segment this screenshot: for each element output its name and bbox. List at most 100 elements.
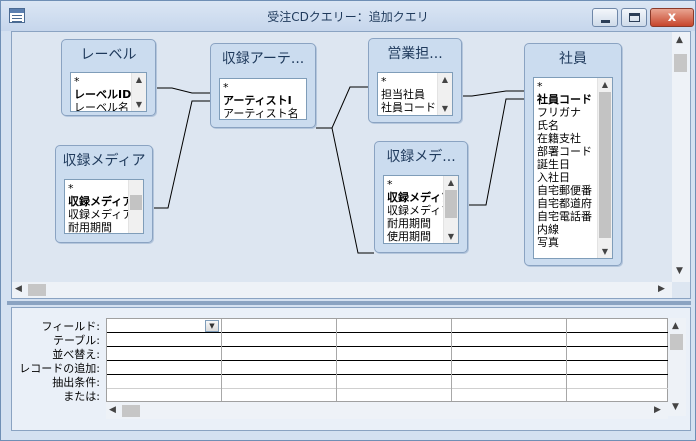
field-item[interactable]: レーベル名 xyxy=(74,101,129,111)
field-item[interactable]: 誕生日 xyxy=(537,158,570,171)
field-item[interactable]: * xyxy=(537,80,543,93)
grid-row-line xyxy=(107,374,668,375)
scroll-right-icon[interactable]: ▶ xyxy=(658,284,665,294)
field-dropdown-button[interactable]: ▼ xyxy=(205,320,219,332)
field-item[interactable]: 社員コード xyxy=(381,101,436,114)
scroll-right-icon[interactable]: ▶ xyxy=(654,405,661,415)
scroll-down-icon[interactable]: ▼ xyxy=(444,230,458,243)
field-scrollbar[interactable]: ▲ ▼ xyxy=(597,78,612,258)
grid-row-line xyxy=(107,360,668,361)
scroll-up-icon[interactable]: ▲ xyxy=(132,73,146,86)
field-item[interactable]: 収録メディア xyxy=(68,195,133,208)
pane-splitter[interactable] xyxy=(7,301,691,305)
scroll-thumb[interactable] xyxy=(28,284,46,296)
scroll-down-icon[interactable]: ▼ xyxy=(438,102,452,115)
field-item[interactable]: 氏名 xyxy=(537,119,559,132)
scroll-up-icon[interactable]: ▲ xyxy=(438,73,452,86)
field-item[interactable]: 自宅電話番 xyxy=(537,210,592,223)
close-icon: x xyxy=(667,10,677,25)
row-label-or: または: xyxy=(63,390,100,403)
row-label-table: テーブル: xyxy=(52,334,100,347)
table-artist[interactable]: 収録アーテ... * アーティストI アーティスト名 xyxy=(210,43,316,128)
field-item[interactable]: 内線 xyxy=(537,223,559,236)
field-scrollbar[interactable]: ▲ ▼ xyxy=(131,73,146,111)
minimize-button[interactable] xyxy=(592,8,618,27)
field-item[interactable]: 自宅都道府 xyxy=(537,197,592,210)
table-artist-title: 収録アーテ... xyxy=(221,51,305,67)
scroll-thumb[interactable] xyxy=(674,54,687,72)
scroll-thumb[interactable] xyxy=(599,92,611,238)
relation-artist-media2 xyxy=(316,127,374,254)
relation-artist-sales xyxy=(316,86,368,129)
scroll-left-icon[interactable]: ◀ xyxy=(109,405,116,415)
field-item[interactable]: 在籍支社 xyxy=(537,132,581,145)
grid-vertical-scrollbar[interactable]: ▲ ▼ xyxy=(668,318,686,416)
table-media1-fieldlist[interactable]: * 収録メディア 収録メディア 耐用期間 xyxy=(64,179,144,234)
grid-horizontal-scrollbar[interactable]: ◀ ▶ xyxy=(106,402,668,419)
scroll-down-icon[interactable]: ▼ xyxy=(132,98,146,111)
row-label-append-to: レコードの追加: xyxy=(19,362,100,375)
field-item[interactable]: 部署コード xyxy=(537,145,592,158)
field-item[interactable]: 入社日 xyxy=(537,171,570,184)
table-media1-title: 収録メディア xyxy=(62,153,146,169)
field-item[interactable]: 収録メディア xyxy=(68,208,133,221)
design-horizontal-scrollbar[interactable]: ◀ ▶ xyxy=(12,282,672,298)
scroll-up-icon[interactable]: ▲ xyxy=(598,78,612,91)
field-item[interactable]: 使用期間 xyxy=(387,230,431,243)
query-design-grid[interactable]: フィールド: テーブル: 並べ替え: レコードの追加: 抽出条件: または: ▼… xyxy=(11,307,691,431)
field-item[interactable]: * xyxy=(381,75,387,88)
scroll-thumb[interactable] xyxy=(130,195,142,210)
table-artist-fieldlist[interactable]: * アーティストI アーティスト名 xyxy=(219,78,307,120)
field-item[interactable]: アーティスト名 xyxy=(223,107,299,119)
field-item[interactable]: 耐用期間 xyxy=(387,217,431,230)
close-button[interactable]: x xyxy=(650,8,694,27)
relation-media2-employee xyxy=(468,98,524,206)
table-design-pane[interactable]: レーベル * レーベルID レーベル名 ▲ ▼ 収録メディア * 収録メディア … xyxy=(11,31,691,299)
field-item[interactable]: 耐用期間 xyxy=(68,221,112,233)
table-sales[interactable]: 営業担... * 担当社員 社員コード ▲ ▼ xyxy=(368,38,462,123)
table-media1[interactable]: 収録メディア * 収録メディア 収録メディア 耐用期間 xyxy=(55,145,153,243)
field-item[interactable]: アーティストI xyxy=(223,94,292,107)
scroll-left-icon[interactable]: ◀ xyxy=(15,284,22,294)
table-media2-fieldlist[interactable]: * 収録メディア 収録メディア 耐用期間 使用期間 ▲ ▼ xyxy=(383,175,459,244)
table-employee-title: 社員 xyxy=(559,51,587,67)
scroll-thumb[interactable] xyxy=(122,405,140,417)
field-scrollbar[interactable]: ▲ ▼ xyxy=(437,73,452,115)
scroll-thumb[interactable] xyxy=(445,190,457,218)
table-level-fieldlist[interactable]: * レーベルID レーベル名 ▲ ▼ xyxy=(70,72,147,112)
table-sales-fieldlist[interactable]: * 担当社員 社員コード ▲ ▼ xyxy=(377,72,453,116)
field-item[interactable]: フリガナ xyxy=(537,106,581,119)
table-media2-title: 収録メデ... xyxy=(386,149,456,165)
field-item[interactable]: 自宅郵便番 xyxy=(537,184,592,197)
scroll-down-icon[interactable]: ▼ xyxy=(598,245,612,258)
grid-column-line xyxy=(451,319,452,401)
scroll-thumb[interactable] xyxy=(670,334,683,350)
table-level[interactable]: レーベル * レーベルID レーベル名 ▲ ▼ xyxy=(61,39,156,116)
field-item[interactable]: 担当社員 xyxy=(381,88,425,101)
field-item[interactable]: レーベルID xyxy=(74,88,131,101)
maximize-button[interactable] xyxy=(621,8,647,27)
grid-cells[interactable]: ▼ xyxy=(106,318,668,402)
scroll-up-icon[interactable]: ▲ xyxy=(444,176,458,189)
grid-row-line xyxy=(107,388,668,389)
grid-column-line xyxy=(566,319,567,401)
scroll-down-icon[interactable]: ▼ xyxy=(676,266,683,276)
window-title: 受注CDクエリー：追加クエリ xyxy=(267,10,429,24)
table-employee[interactable]: 社員 * 社員コード フリガナ 氏名 在籍支社 部署コード 誕生日 入社日 自宅… xyxy=(524,43,622,266)
field-item[interactable]: * xyxy=(223,81,229,94)
table-employee-fieldlist[interactable]: * 社員コード フリガナ 氏名 在籍支社 部署コード 誕生日 入社日 自宅郵便番… xyxy=(533,77,613,259)
field-item[interactable]: * xyxy=(74,75,80,88)
field-scrollbar[interactable]: ▲ ▼ xyxy=(443,176,458,243)
field-item[interactable]: 社員コード xyxy=(537,93,592,106)
field-item[interactable]: * xyxy=(387,178,393,191)
design-vertical-scrollbar[interactable]: ▲ ▼ xyxy=(672,32,690,282)
grid-row-line xyxy=(107,346,668,347)
field-item[interactable]: 写真 xyxy=(537,236,559,249)
scroll-up-icon[interactable]: ▲ xyxy=(676,35,683,45)
scroll-down-icon[interactable]: ▼ xyxy=(672,402,679,412)
table-sales-title: 営業担... xyxy=(387,46,443,62)
field-item[interactable]: * xyxy=(68,182,74,195)
table-media2[interactable]: 収録メデ... * 収録メディア 収録メディア 耐用期間 使用期間 ▲ ▼ xyxy=(374,141,468,253)
scroll-up-icon[interactable]: ▲ xyxy=(672,321,679,331)
field-scrollbar[interactable] xyxy=(128,180,143,233)
